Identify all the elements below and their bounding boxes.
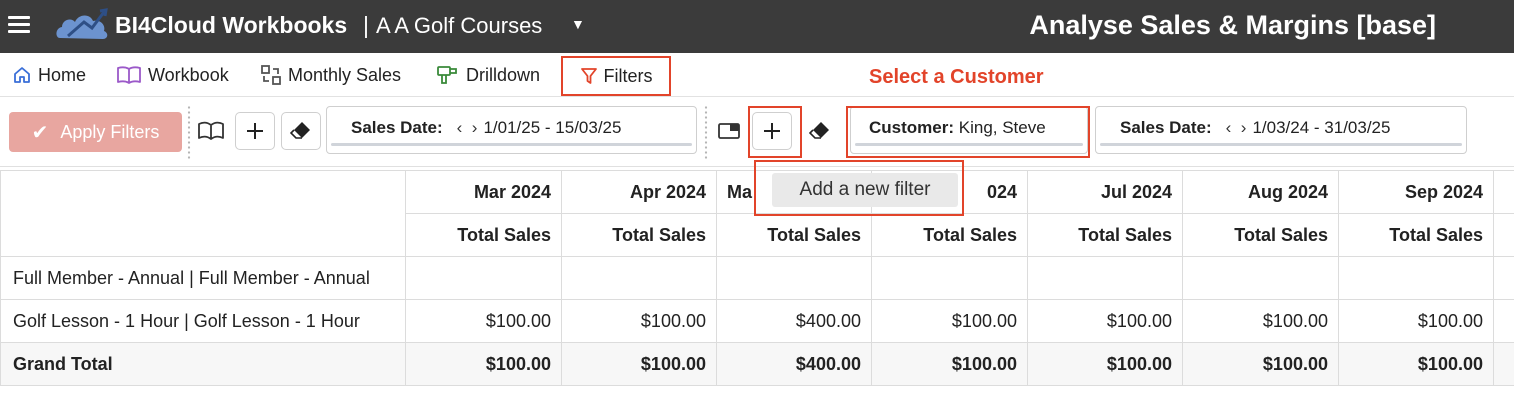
measure-header: Total Sales bbox=[561, 213, 717, 257]
filter-underline bbox=[331, 143, 692, 146]
measure-header: Total Sales bbox=[716, 213, 872, 257]
tab-workbook-label: Workbook bbox=[148, 64, 229, 85]
drag-handle[interactable] bbox=[187, 105, 191, 159]
overflow-cell bbox=[1493, 299, 1514, 343]
header-separator: | bbox=[363, 12, 369, 38]
value-cell bbox=[1027, 256, 1183, 300]
check-icon: ✔ bbox=[31, 121, 49, 144]
total-cell: $100.00 bbox=[561, 342, 717, 386]
measure-header: Total Sales bbox=[405, 213, 562, 257]
tab-monthly-sales[interactable]: Monthly Sales bbox=[260, 53, 401, 97]
row-label[interactable]: Full Member - Annual | Full Member - Ann… bbox=[0, 256, 406, 300]
value-cell bbox=[561, 256, 717, 300]
filter-value: 1/01/25 - 15/03/25 bbox=[483, 118, 622, 137]
overflow-cell bbox=[1493, 170, 1514, 214]
filter-toolbar: ✔ Apply Filters Sales Date: ‹ › 1/01/25 - … bbox=[0, 97, 1514, 167]
total-cell: $100.00 bbox=[871, 342, 1028, 386]
app-name: BI4Cloud Workbooks bbox=[115, 12, 348, 38]
tab-filters-label: Filters bbox=[603, 65, 653, 86]
table-row: Full Member - Annual | Full Member - Ann… bbox=[0, 256, 1514, 300]
nav-tabs: Home Workbook Monthly Sales Drilldown Fi… bbox=[0, 53, 1514, 97]
add-filter-highlight-box bbox=[748, 106, 802, 158]
tab-drilldown-label: Drilldown bbox=[466, 64, 541, 85]
drill-icon bbox=[436, 64, 460, 86]
panel-toggle-icon[interactable] bbox=[715, 119, 743, 143]
company-dropdown-caret-icon[interactable]: ▼ bbox=[571, 16, 585, 32]
eraser-icon bbox=[290, 122, 310, 139]
value-cell: $100.00 bbox=[1027, 299, 1183, 343]
plus-icon bbox=[247, 123, 263, 139]
overflow-cell bbox=[1493, 342, 1514, 386]
home-icon bbox=[12, 65, 32, 85]
overflow-cell bbox=[1493, 256, 1514, 300]
value-cell bbox=[1338, 256, 1494, 300]
filter-chip-sales-date-2[interactable]: Sales Date: ‹ › 1/03/24 - 31/03/25 bbox=[1095, 106, 1467, 154]
table-row: Golf Lesson - 1 Hour | Golf Lesson - 1 H… bbox=[0, 299, 1514, 343]
tab-drilldown[interactable]: Drilldown bbox=[436, 53, 540, 97]
tab-home-label: Home bbox=[38, 64, 87, 85]
tab-home[interactable]: Home bbox=[12, 53, 86, 97]
tooltip-highlight-box bbox=[754, 160, 964, 216]
column-header[interactable]: Jul 2024 bbox=[1027, 170, 1183, 214]
value-cell: $100.00 bbox=[871, 299, 1028, 343]
value-cell: $100.00 bbox=[405, 299, 562, 343]
apply-filters-label: Apply Filters bbox=[60, 121, 160, 142]
company-name[interactable]: A A Golf Courses bbox=[376, 13, 542, 39]
total-cell: $100.00 bbox=[1027, 342, 1183, 386]
total-cell: $100.00 bbox=[1338, 342, 1494, 386]
tab-workbook[interactable]: Workbook bbox=[116, 53, 229, 97]
eraser-icon[interactable] bbox=[806, 119, 834, 143]
value-cell: $100.00 bbox=[1182, 299, 1339, 343]
tab-filters[interactable]: Filters bbox=[561, 56, 671, 96]
filter-name: Sales Date: bbox=[1120, 118, 1212, 137]
filter-icon bbox=[580, 67, 598, 85]
prev-next-arrows-icon[interactable]: ‹ › bbox=[1226, 118, 1247, 138]
cloud-logo-icon bbox=[56, 8, 108, 39]
filter-name: Sales Date: bbox=[351, 118, 443, 137]
book-open-icon[interactable] bbox=[197, 119, 225, 143]
filter-value: 1/03/24 - 31/03/25 bbox=[1252, 118, 1391, 137]
hamburger-menu-icon[interactable] bbox=[8, 16, 30, 34]
total-cell: $400.00 bbox=[716, 342, 872, 386]
value-cell bbox=[1182, 256, 1339, 300]
value-cell: $100.00 bbox=[561, 299, 717, 343]
value-cell bbox=[871, 256, 1028, 300]
report-icon bbox=[260, 64, 282, 86]
add-filter-button-left[interactable] bbox=[235, 112, 275, 150]
total-cell: $100.00 bbox=[405, 342, 562, 386]
measure-header: Total Sales bbox=[871, 213, 1028, 257]
column-header[interactable]: Mar 2024 bbox=[405, 170, 562, 214]
measure-header: Total Sales bbox=[1182, 213, 1339, 257]
select-customer-annotation: Select a Customer bbox=[869, 66, 1044, 88]
total-cell: $100.00 bbox=[1182, 342, 1339, 386]
app-header: BI4Cloud Workbooks | A A Golf Courses ▼ … bbox=[0, 0, 1514, 53]
value-cell bbox=[716, 256, 872, 300]
apply-filters-button[interactable]: ✔ Apply Filters bbox=[9, 112, 182, 152]
book-icon bbox=[116, 65, 142, 85]
value-cell: $400.00 bbox=[716, 299, 872, 343]
corner-cell bbox=[0, 170, 406, 257]
value-cell bbox=[405, 256, 562, 300]
tab-monthly-sales-label: Monthly Sales bbox=[288, 64, 402, 85]
value-cell: $100.00 bbox=[1338, 299, 1494, 343]
drag-handle-2[interactable] bbox=[704, 105, 708, 159]
measure-header: Total Sales bbox=[1027, 213, 1183, 257]
row-label[interactable]: Golf Lesson - 1 Hour | Golf Lesson - 1 H… bbox=[0, 299, 406, 343]
filter-chip-sales-date-1[interactable]: Sales Date: ‹ › 1/01/25 - 15/03/25 bbox=[326, 106, 697, 154]
customer-highlight-box bbox=[846, 106, 1090, 158]
prev-next-arrows-icon[interactable]: ‹ › bbox=[457, 118, 478, 138]
page-title: Analyse Sales & Margins [base] bbox=[1029, 10, 1436, 40]
grand-total-row: Grand Total $100.00 $100.00 $400.00 $100… bbox=[0, 342, 1514, 386]
clear-filters-button-left[interactable] bbox=[281, 112, 321, 150]
measure-header: Total Sales bbox=[1338, 213, 1494, 257]
grand-total-label: Grand Total bbox=[0, 342, 406, 386]
column-header[interactable]: Sep 2024 bbox=[1338, 170, 1494, 214]
column-header[interactable]: Aug 2024 bbox=[1182, 170, 1339, 214]
filter-underline bbox=[1100, 143, 1462, 146]
overflow-cell bbox=[1493, 213, 1514, 257]
column-header[interactable]: Apr 2024 bbox=[561, 170, 717, 214]
